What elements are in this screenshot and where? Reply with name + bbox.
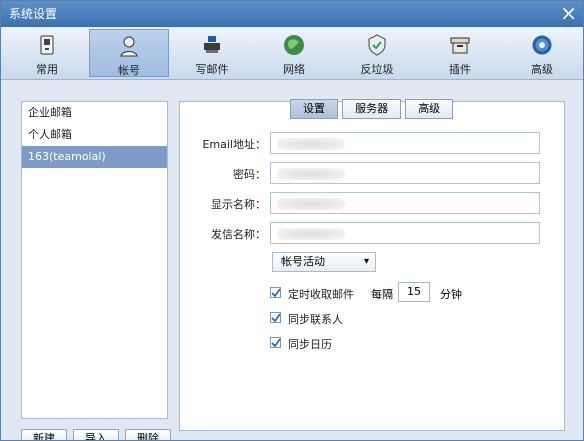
settings-toolbar: 常用 帐号 写邮件 网络 反垃圾 插件 高级 xyxy=(1,27,583,80)
sync-contacts-label: 同步联系人 xyxy=(288,313,343,326)
gear-icon xyxy=(532,35,552,55)
fetch-mail-label: 定时收取邮件 xyxy=(288,288,354,301)
title-bar: 系统设置 × xyxy=(1,1,583,27)
password-field[interactable] xyxy=(270,162,540,184)
sync-calendar-checkbox[interactable] xyxy=(270,337,281,348)
password-label: 密码： xyxy=(233,168,266,181)
sender-name-row: 发信名称： xyxy=(180,222,566,246)
watermark: 游侠网 xyxy=(500,399,567,424)
tab-anti-spam[interactable]: 反垃圾 xyxy=(337,29,417,77)
account-163[interactable]: 163(teamoial) xyxy=(22,146,167,168)
globe-icon xyxy=(284,35,304,55)
display-name-field[interactable] xyxy=(270,192,540,214)
user-icon xyxy=(120,36,138,57)
tab-label: 高级 xyxy=(531,63,553,76)
display-name-label: 显示名称： xyxy=(211,198,266,211)
settings-window: 系统设置 × 常用 帐号 写邮件 网络 反垃圾 插件 高级 企业邮箱 个人邮箱 … xyxy=(0,0,584,441)
delete-button[interactable]: 删除 xyxy=(125,429,171,440)
tab-network[interactable]: 网络 xyxy=(254,29,334,77)
box-icon xyxy=(450,37,470,54)
sender-name-field[interactable] xyxy=(270,222,540,244)
tab-label: 插件 xyxy=(449,63,471,76)
tab-account[interactable]: 帐号 xyxy=(89,29,169,77)
account-personal-mail[interactable]: 个人邮箱 xyxy=(22,124,167,146)
account-status-value: 帐号活动 xyxy=(281,255,325,268)
minutes-label: 分钟 xyxy=(440,288,462,301)
account-settings-panel: 设置 服务器 高级 Email地址： 密码： 显示名称： 发信名称： 帐号活动 … xyxy=(179,99,566,431)
redacted-text xyxy=(277,168,345,180)
checkmark-icon xyxy=(271,338,281,348)
tab-label: 反垃圾 xyxy=(360,63,394,76)
tab-label: 网络 xyxy=(283,63,305,76)
tab-compose[interactable]: 写邮件 xyxy=(172,29,252,77)
email-field[interactable] xyxy=(270,132,540,154)
fetch-mail-checkbox[interactable] xyxy=(270,287,281,298)
sync-contacts-checkbox[interactable] xyxy=(270,312,281,323)
tab-label: 常用 xyxy=(36,63,58,76)
tab-advanced-settings[interactable]: 高级 xyxy=(405,99,454,119)
email-row: Email地址： xyxy=(180,132,566,156)
password-row: 密码： xyxy=(180,162,566,186)
tab-common[interactable]: 常用 xyxy=(7,29,87,77)
shield-icon xyxy=(368,34,386,56)
email-label: Email地址： xyxy=(202,138,266,151)
tab-plugins[interactable]: 插件 xyxy=(420,29,500,77)
tab-label: 帐号 xyxy=(118,64,140,77)
new-button[interactable]: 新建 xyxy=(21,429,67,440)
stamp-icon xyxy=(204,36,220,53)
checkmark-icon xyxy=(271,313,281,323)
sync-calendar-label: 同步日历 xyxy=(288,338,332,351)
import-button[interactable]: 导入 xyxy=(73,429,119,440)
interval-input[interactable]: 15 xyxy=(398,282,430,302)
account-list: 企业邮箱 个人邮箱 163(teamoial) xyxy=(21,101,168,419)
account-enterprise-mail[interactable]: 企业邮箱 xyxy=(22,102,167,124)
tab-settings[interactable]: 设置 xyxy=(290,99,338,119)
account-status-select[interactable]: 帐号活动 ▾ xyxy=(272,252,376,272)
close-icon[interactable]: × xyxy=(560,2,577,24)
sender-name-label: 发信名称： xyxy=(211,228,266,241)
tab-label: 写邮件 xyxy=(195,63,229,76)
chevron-down-icon: ▾ xyxy=(363,256,369,267)
phone-icon xyxy=(40,35,54,55)
redacted-text xyxy=(277,228,345,240)
tab-server[interactable]: 服务器 xyxy=(342,99,402,119)
display-name-row: 显示名称： xyxy=(180,192,566,216)
subtab-bar: 设置 服务器 高级 xyxy=(290,97,454,119)
window-title: 系统设置 xyxy=(9,7,58,21)
tab-advanced[interactable]: 高级 xyxy=(502,29,582,77)
checkmark-icon xyxy=(271,288,281,298)
every-label: 每隔 xyxy=(371,288,393,301)
redacted-text xyxy=(277,138,345,150)
redacted-text xyxy=(277,198,345,210)
